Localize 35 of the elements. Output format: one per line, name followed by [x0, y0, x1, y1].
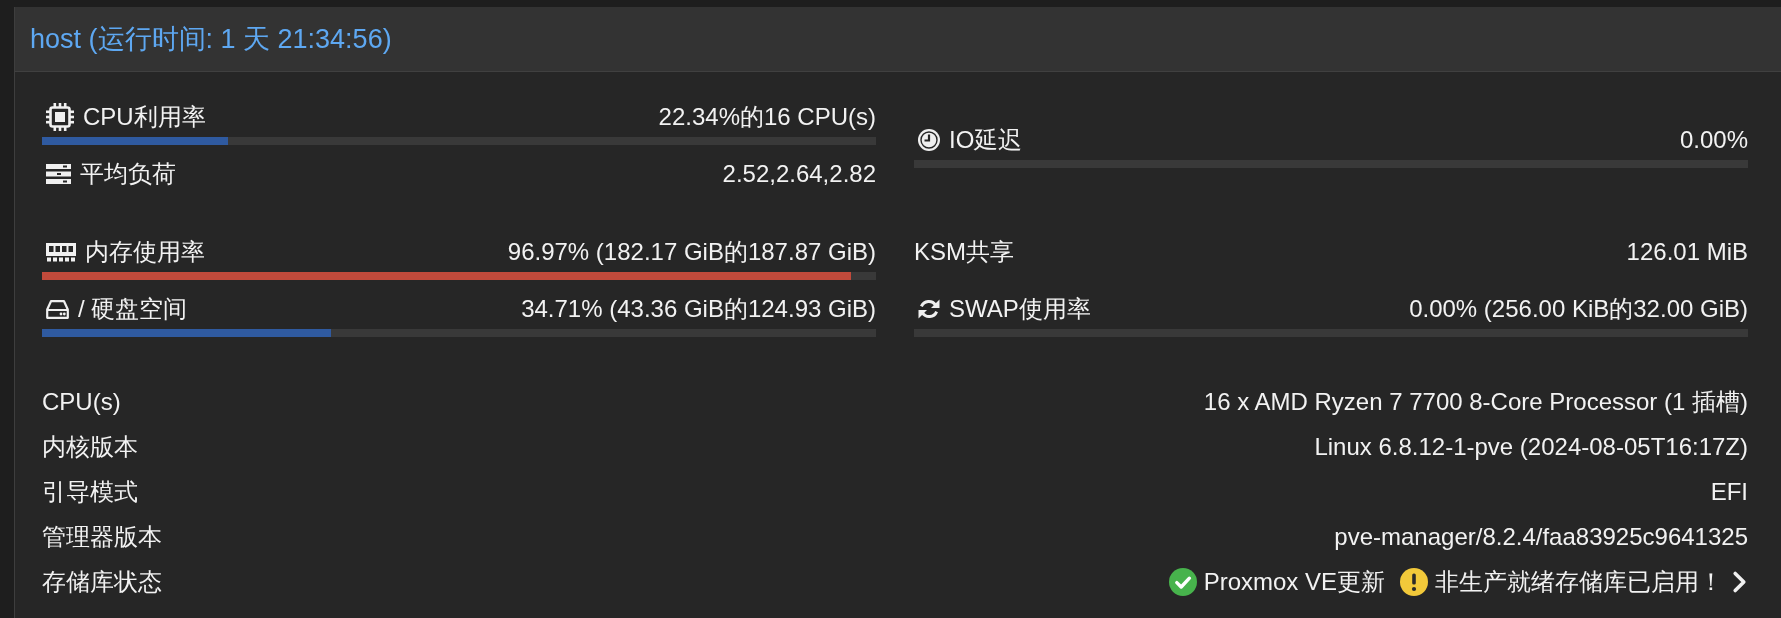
detail-value: 16 x AMD Ryzen 7 7700 8-Core Processor (1 插槽) [1203, 387, 1748, 416]
metric-value: 0.00% (256.00 KiB的32.00 GiB) [1409, 296, 1748, 322]
metric-value: 96.97% (182.17 GiB的187.87 GiB) [507, 239, 876, 265]
repository-status-text: Proxmox VE更新 [1203, 567, 1385, 596]
check-circle-icon [1168, 567, 1197, 596]
repository-status-text: 非生产就绪存储库已启用！ [1435, 567, 1723, 596]
metric-label: 平均负荷 [80, 161, 176, 187]
clock-icon [918, 129, 940, 151]
detail-label: 内核版本 [42, 432, 138, 461]
refresh-icon [918, 298, 940, 320]
hard-drive-icon [46, 299, 69, 319]
metric-label: KSM共享 [914, 239, 1014, 265]
chip-icon [46, 103, 74, 131]
metric-value: 2.52,2.64,2.82 [722, 161, 876, 187]
detail-label: 存储库状态 [42, 567, 162, 596]
metric-value: 0.00% [1679, 127, 1748, 153]
detail-label: 管理器版本 [42, 522, 162, 551]
detail-label: 引导模式 [42, 477, 138, 506]
metric-label: 内存使用率 [85, 239, 205, 265]
metric-value: 34.71% (43.36 GiB的124.93 GiB) [521, 296, 876, 322]
metric-label: CPU利用率 [83, 104, 206, 130]
exclamation-circle-icon [1400, 567, 1428, 596]
memory-module-icon [46, 242, 76, 262]
metric-label: SWAP使用率 [949, 296, 1091, 322]
chevron-right-icon[interactable] [1731, 569, 1748, 594]
metric-value: 126.01 MiB [1626, 239, 1748, 265]
detail-value: Linux 6.8.12-1-pve (2024-08-05T16:17Z) [1314, 432, 1748, 461]
detail-value: EFI [1710, 477, 1748, 506]
metric-label: / 硬盘空间 [78, 296, 188, 322]
stacked-bars-icon [46, 164, 71, 184]
metric-label: IO延迟 [949, 127, 1023, 153]
detail-value: pve-manager/8.2.4/faa83925c9641325 [1334, 522, 1748, 551]
detail-label: CPU(s) [42, 387, 121, 416]
panel-title: host (运行时间: 1 天 21:34:56) [30, 23, 392, 56]
metric-value: 22.34%的16 CPU(s) [658, 104, 876, 130]
